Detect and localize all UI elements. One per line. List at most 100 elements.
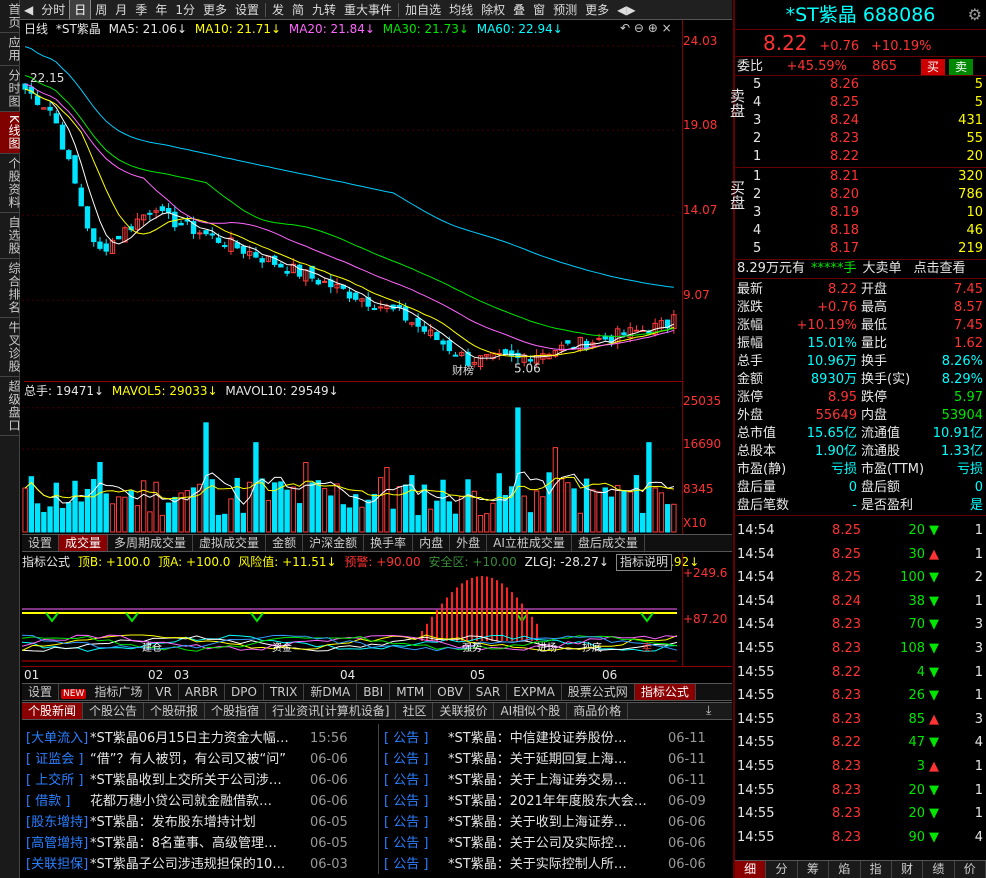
toolbar-button[interactable]: 均线 bbox=[445, 0, 477, 19]
right-tab[interactable]: 焰 bbox=[829, 861, 861, 878]
toolbar-button[interactable]: 月 bbox=[111, 0, 131, 19]
arrow-right-icon[interactable]: ◀▶ bbox=[613, 0, 639, 19]
news-item[interactable]: [ 公告 ] *ST紫晶：中信建投证券股份… 06-11 bbox=[384, 728, 724, 749]
news-item[interactable]: [ 公告 ] *ST紫晶：关于延期回复上海… 06-11 bbox=[384, 749, 724, 770]
book-row[interactable]: 4 8.18 46 bbox=[753, 222, 986, 240]
toolbar-button[interactable]: 分时 bbox=[37, 0, 69, 19]
toolbar-button[interactable]: 窗 bbox=[529, 0, 549, 19]
nav-item[interactable]: 应用 bbox=[0, 33, 21, 66]
news-item[interactable]: [ 公告 ] *ST紫晶：2021年年度股东大会… 06-09 bbox=[384, 791, 724, 812]
nav-item[interactable]: 超级盘口 bbox=[0, 377, 21, 436]
book-row[interactable]: 5 8.17 219 bbox=[753, 240, 986, 258]
tab[interactable]: MTM bbox=[390, 684, 432, 700]
tab[interactable]: 社区 bbox=[396, 703, 434, 719]
download-icon[interactable]: ⤓ bbox=[706, 703, 711, 718]
book-row[interactable]: 5 8.26 5 bbox=[753, 76, 986, 94]
tab[interactable]: 商品价格 bbox=[567, 703, 629, 719]
tab[interactable]: ARBR bbox=[179, 684, 226, 700]
nav-item[interactable]: 首页 bbox=[0, 0, 21, 33]
tab[interactable]: 内盘 bbox=[413, 535, 451, 551]
book-row[interactable]: 4 8.25 5 bbox=[753, 94, 986, 112]
right-tab[interactable]: 分 bbox=[766, 861, 798, 878]
tab[interactable]: SAR bbox=[470, 684, 508, 700]
toolbar-button[interactable]: 除权 bbox=[477, 0, 509, 19]
right-tab[interactable]: 绩 bbox=[923, 861, 955, 878]
indicator-chart[interactable]: 建仓 资金 强势 进场 抄底 卖 bbox=[22, 571, 682, 666]
right-tab[interactable]: 指 bbox=[861, 861, 892, 878]
kline-chart[interactable]: 22.15 5.06 财榜 bbox=[22, 38, 682, 380]
right-tab[interactable]: 筹 bbox=[798, 861, 830, 878]
tab[interactable]: 个股指宿 bbox=[205, 703, 267, 719]
gear-icon[interactable]: ⚙ bbox=[968, 0, 982, 30]
news-item[interactable]: [ 上交所 ] *ST紫晶收到上交所关于公司涉… 06-06 bbox=[26, 770, 376, 791]
tab[interactable]: 个股研报 bbox=[144, 703, 206, 719]
book-row[interactable]: 2 8.23 55 bbox=[753, 130, 986, 148]
tab[interactable]: 指标公式 bbox=[634, 684, 696, 700]
news-item[interactable]: [高管增持] *ST紫晶：8名董事、高级管理… 06-05 bbox=[26, 833, 376, 854]
news-item[interactable]: [ 证监会 ] “借”？有人被罚，有公司又被“问” 06-06 bbox=[26, 749, 376, 770]
toolbar-button[interactable]: 叠 bbox=[509, 0, 529, 19]
tab[interactable]: EXPMA bbox=[507, 684, 562, 700]
toolbar-button[interactable]: 设置 bbox=[231, 0, 263, 19]
nav-item[interactable]: 自选股 bbox=[0, 213, 21, 259]
nav-item[interactable]: 分时图 bbox=[0, 66, 21, 112]
nav-item[interactable]: 综合排名 bbox=[0, 259, 21, 318]
tab[interactable]: 设置 bbox=[22, 535, 60, 551]
arrow-left-icon[interactable]: ◀ bbox=[20, 0, 37, 19]
tab[interactable]: VR bbox=[149, 684, 179, 700]
tab[interactable]: 设置 bbox=[22, 684, 60, 700]
toolbar-button[interactable]: 周 bbox=[91, 0, 111, 19]
sell-button[interactable]: 卖 bbox=[949, 59, 974, 75]
right-tab[interactable]: 价 bbox=[955, 861, 986, 878]
news-item[interactable]: [关联担保] *ST紫晶子公司涉违规担保的10… 06-03 bbox=[26, 854, 376, 875]
tab[interactable]: 外盘 bbox=[450, 535, 488, 551]
tab[interactable]: 沪深金额 bbox=[303, 535, 365, 551]
tab[interactable]: 关联报价 bbox=[433, 703, 495, 719]
toolbar-button[interactable]: 季 bbox=[131, 0, 151, 19]
toolbar-button[interactable]: 九转 bbox=[308, 0, 340, 19]
tab[interactable]: 个股新闻 bbox=[22, 703, 84, 719]
tab[interactable]: 多周期成交量 bbox=[108, 535, 194, 551]
right-tab[interactable]: 细 bbox=[735, 861, 767, 878]
tab[interactable]: 新DMA bbox=[304, 684, 358, 700]
volume-chart[interactable] bbox=[22, 398, 682, 534]
toolbar-button[interactable]: 更多 bbox=[581, 0, 613, 19]
toolbar-button[interactable]: 预测 bbox=[549, 0, 581, 19]
toolbar-button[interactable]: 发 bbox=[268, 0, 288, 19]
book-row[interactable]: 1 8.21 320 bbox=[753, 168, 986, 186]
nav-item[interactable]: 个股资料 bbox=[0, 154, 21, 213]
nav-item[interactable]: 牛叉诊股 bbox=[0, 318, 21, 377]
tab[interactable]: OBV bbox=[431, 684, 470, 700]
toolbar-button[interactable]: 加自选 bbox=[401, 0, 445, 19]
buy-button[interactable]: 买 bbox=[921, 59, 946, 75]
tab[interactable]: TRIX bbox=[264, 684, 305, 700]
tab[interactable]: 个股公告 bbox=[83, 703, 145, 719]
tab[interactable]: AI相似个股 bbox=[494, 703, 568, 719]
book-row[interactable]: 1 8.22 20 bbox=[753, 148, 986, 166]
news-item[interactable]: [股东增持] *ST紫晶：发布股东增持计划 06-05 bbox=[26, 812, 376, 833]
toolbar-button[interactable]: 更多 bbox=[199, 0, 231, 19]
toolbar-button[interactable]: 年 bbox=[151, 0, 171, 19]
tab[interactable]: 虚拟成交量 bbox=[193, 535, 267, 551]
tab[interactable]: 股票公式网 bbox=[562, 684, 635, 700]
tab[interactable]: 指标广场 bbox=[88, 684, 150, 700]
news-item[interactable]: [ 公告 ] *ST紫晶：关于公司及实际控… 06-06 bbox=[384, 833, 724, 854]
news-item[interactable]: [ 公告 ] *ST紫晶：关于上海证券交易… 06-11 bbox=[384, 770, 724, 791]
chart-controls[interactable]: ↶ ⊖ ⊕ × bbox=[620, 21, 672, 35]
tab[interactable]: 盘后成交量 bbox=[572, 535, 645, 551]
nav-item[interactable]: K线图 bbox=[0, 112, 21, 154]
toolbar-button[interactable]: 1分 bbox=[171, 0, 199, 19]
book-row[interactable]: 3 8.19 10 bbox=[753, 204, 986, 222]
right-tab[interactable]: 财 bbox=[892, 861, 924, 878]
news-item[interactable]: [ 公告 ] *ST紫晶：关于实际控制人所… 06-06 bbox=[384, 854, 724, 875]
tab[interactable]: AI立桩成交量 bbox=[487, 535, 572, 551]
indicator-desc-button[interactable]: 指标说明 bbox=[616, 554, 673, 571]
news-item[interactable]: [ 借款 ] 花都万穗小贷公司就金融借款… 06-06 bbox=[26, 791, 376, 812]
book-row[interactable]: 2 8.20 786 bbox=[753, 186, 986, 204]
toolbar-button[interactable]: 简 bbox=[288, 0, 308, 19]
tab[interactable]: 金额 bbox=[266, 535, 304, 551]
toolbar-button[interactable]: 日 bbox=[69, 0, 92, 19]
tab[interactable]: BBI bbox=[357, 684, 391, 700]
tab[interactable]: 换手率 bbox=[364, 535, 414, 551]
toolbar-button[interactable]: 重大事件 bbox=[340, 0, 396, 19]
